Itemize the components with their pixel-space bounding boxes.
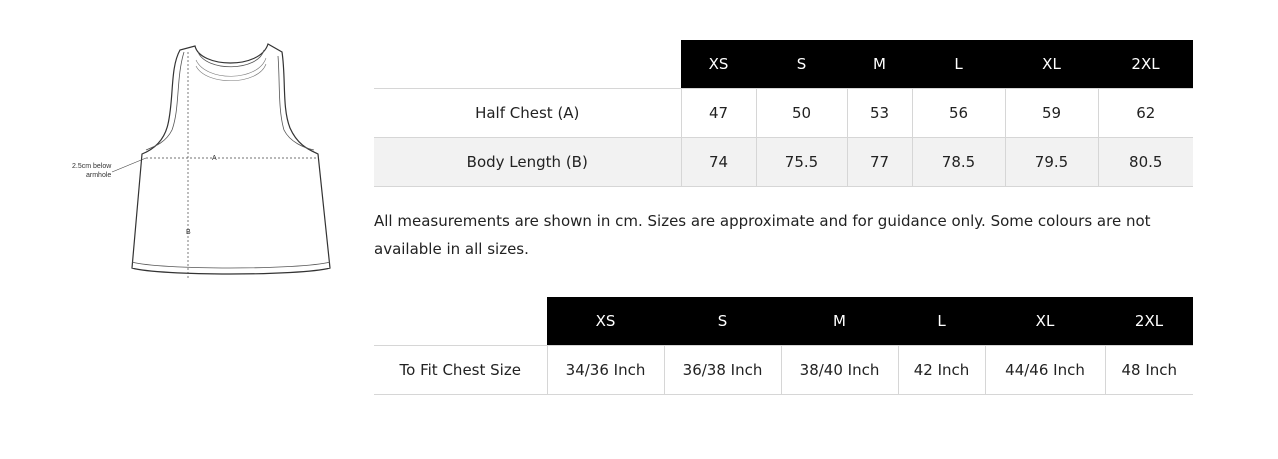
size-header-xs: XS — [681, 40, 756, 89]
armhole-note-line2: armhole — [86, 172, 111, 179]
measurement-note: All measurements are shown in cm. Sizes … — [374, 212, 1151, 258]
size-header-m: M — [847, 40, 912, 89]
tank-top-outline-illustration: A B 2.5cm below armhole — [72, 43, 331, 278]
table-cell: 74 — [680, 137, 756, 187]
table-cell: 77 — [846, 137, 912, 187]
table-cell: 47 — [680, 88, 756, 138]
row-label-fit-chest: To Fit Chest Size — [374, 345, 547, 395]
table-cell: 36/38 Inch — [663, 345, 781, 395]
table-cell: 34/36 Inch — [546, 345, 664, 395]
label-b: B — [186, 229, 191, 236]
table-cell: 59 — [1004, 88, 1098, 138]
table-cell: 79.5 — [1004, 137, 1098, 187]
row-label-body-length: Body Length (B) — [374, 137, 681, 187]
size-header-s: S — [756, 40, 847, 89]
table-cell: 53 — [846, 88, 912, 138]
size-header-l: L — [912, 40, 1005, 89]
table-cell: 78.5 — [911, 137, 1005, 187]
table-cell: 50 — [755, 88, 847, 138]
size-header-xs: XS — [547, 297, 664, 346]
size-header-xl: XL — [985, 297, 1105, 346]
table-row: Half Chest (A) 47 50 53 56 59 62 — [374, 88, 1193, 138]
table-cell: 56 — [911, 88, 1005, 138]
armhole-note-line1: 2.5cm below — [72, 163, 112, 170]
size-header-xl: XL — [1005, 40, 1098, 89]
fit-table: XS S M L XL 2XL To Fit Chest Size 34/36 … — [374, 297, 1193, 395]
size-header-2xl: 2XL — [1105, 297, 1193, 346]
table-cell: 44/46 Inch — [984, 345, 1105, 395]
table-row: To Fit Chest Size 34/36 Inch 36/38 Inch … — [374, 345, 1193, 395]
header-blank-cell — [374, 40, 681, 89]
row-label-half-chest: Half Chest (A) — [374, 88, 681, 138]
size-header-m: M — [781, 297, 898, 346]
size-header-l: L — [898, 297, 985, 346]
garment-diagram: A B 2.5cm below armhole — [60, 38, 350, 288]
table-row: Body Length (B) 74 75.5 77 78.5 79.5 80.… — [374, 137, 1193, 187]
table-cell: 38/40 Inch — [780, 345, 898, 395]
label-a: A — [212, 155, 217, 162]
size-header-2xl: 2XL — [1098, 40, 1193, 89]
table-cell: 80.5 — [1097, 137, 1193, 187]
header-blank-cell — [374, 297, 547, 346]
size-header-s: S — [664, 297, 781, 346]
size-header-row: XS S M L XL 2XL — [374, 297, 1193, 346]
measurements-table: XS S M L XL 2XL Half Chest (A) 47 50 53 … — [374, 40, 1193, 187]
table-cell: 62 — [1097, 88, 1193, 138]
table-cell: 48 Inch — [1104, 345, 1193, 395]
table-cell: 42 Inch — [897, 345, 985, 395]
size-header-row: XS S M L XL 2XL — [374, 40, 1193, 89]
table-cell: 75.5 — [755, 137, 847, 187]
